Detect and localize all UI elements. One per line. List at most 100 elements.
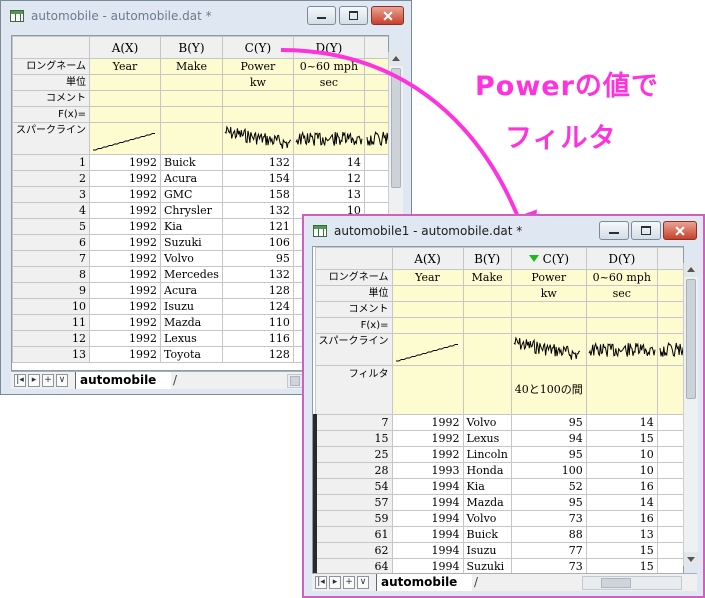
make-cell[interactable]: Mazda <box>160 314 223 331</box>
meta-cell[interactable]: kw <box>510 285 587 302</box>
meta-cell[interactable] <box>462 301 512 318</box>
row-number[interactable]: 57 <box>313 494 393 511</box>
power-cell[interactable]: 116 <box>221 330 294 347</box>
column-header[interactable] <box>656 247 683 270</box>
row-number[interactable]: 4 <box>12 202 90 219</box>
sparkline-cell[interactable] <box>363 122 388 155</box>
sparkline-cell[interactable] <box>391 333 464 366</box>
row-label[interactable]: コメント <box>12 90 90 107</box>
worksheet-window-automobile1[interactable]: automobile1 - automobile.dat * A(X) B(Y) C… <box>302 214 705 598</box>
year-cell[interactable]: 1993 <box>391 462 464 479</box>
year-cell[interactable]: 1992 <box>89 234 161 251</box>
meta-cell[interactable] <box>160 90 223 107</box>
sparkline-cell[interactable] <box>89 122 161 155</box>
sparkline-cell[interactable] <box>585 333 658 366</box>
meta-cell[interactable] <box>292 106 365 123</box>
year-cell[interactable]: 1994 <box>391 510 464 527</box>
year-cell[interactable]: 1992 <box>89 282 161 299</box>
table-row[interactable]: 59 1994 Volvo 73 16 <box>313 510 683 527</box>
make-cell[interactable]: Chrysler <box>160 202 223 219</box>
corner-cell[interactable] <box>314 247 393 270</box>
row-number[interactable]: 11 <box>12 314 90 331</box>
table-row[interactable]: 61 1994 Buick 88 13 <box>313 526 683 543</box>
meta-cell[interactable] <box>510 301 587 318</box>
meta-cell[interactable] <box>656 269 683 286</box>
meta-cell[interactable] <box>391 317 464 334</box>
year-cell[interactable]: 1992 <box>89 250 161 267</box>
sec-cell[interactable]: 13 <box>292 186 365 203</box>
make-cell[interactable]: Acura <box>160 282 223 299</box>
empty-cell[interactable] <box>656 542 683 559</box>
meta-cell[interactable] <box>292 90 365 107</box>
meta-cell[interactable] <box>656 301 683 318</box>
meta-cell[interactable]: 0~60 mph <box>292 58 365 75</box>
power-cell[interactable]: 128 <box>221 346 294 363</box>
power-cell[interactable]: 158 <box>221 186 294 203</box>
make-cell[interactable]: Kia <box>160 218 223 235</box>
sec-cell[interactable]: 14 <box>585 414 658 431</box>
sec-cell[interactable]: 10 <box>585 462 658 479</box>
meta-cell[interactable] <box>391 285 464 302</box>
scroll-up-arrow-icon[interactable] <box>684 263 698 277</box>
row-number[interactable]: 12 <box>12 330 90 347</box>
scrollbar-thumb[interactable] <box>391 68 401 188</box>
power-cell[interactable]: 132 <box>221 154 294 171</box>
power-cell[interactable]: 94 <box>510 430 587 447</box>
power-cell[interactable]: 100 <box>510 462 587 479</box>
meta-cell[interactable] <box>160 74 223 91</box>
make-cell[interactable]: Buick <box>160 154 223 171</box>
filter-condition-cell[interactable]: 40と100の間 <box>510 365 587 415</box>
table-row[interactable]: 57 1994 Mazda 95 14 <box>313 494 683 511</box>
make-cell[interactable]: Isuzu <box>462 542 512 559</box>
meta-cell[interactable]: 0~60 mph <box>585 269 658 286</box>
column-header[interactable]: C(Y) <box>221 36 294 59</box>
empty-cell[interactable] <box>363 186 388 203</box>
row-number[interactable]: 10 <box>12 298 90 315</box>
year-cell[interactable]: 1992 <box>89 202 161 219</box>
power-cell[interactable]: 154 <box>221 170 294 187</box>
row-number[interactable]: 61 <box>313 526 393 543</box>
make-cell[interactable]: Toyota <box>160 346 223 363</box>
row-label[interactable]: スパークライン <box>12 122 90 155</box>
year-cell[interactable]: 1992 <box>89 218 161 235</box>
sec-cell[interactable]: 13 <box>585 526 658 543</box>
empty-cell[interactable] <box>656 462 683 479</box>
sparkline-cell[interactable] <box>160 122 223 155</box>
power-cell[interactable]: 95 <box>510 494 587 511</box>
make-cell[interactable]: Honda <box>462 462 512 479</box>
sec-cell[interactable]: 12 <box>292 170 365 187</box>
empty-cell[interactable] <box>656 446 683 463</box>
make-cell[interactable]: Mercedes <box>160 266 223 283</box>
year-cell[interactable]: 1994 <box>391 478 464 495</box>
empty-cell[interactable] <box>363 170 388 187</box>
filter-cell[interactable] <box>462 365 512 415</box>
row-label[interactable]: コメント <box>314 301 393 318</box>
table-row[interactable]: 1 1992 Buick 132 14 <box>12 154 388 171</box>
row-number[interactable]: 2 <box>12 170 90 187</box>
column-header[interactable]: D(Y) <box>585 247 658 270</box>
sheet-tab-automobile[interactable]: automobile <box>75 372 177 389</box>
year-cell[interactable]: 1992 <box>89 346 161 363</box>
sec-cell[interactable]: 16 <box>585 510 658 527</box>
meta-cell[interactable]: sec <box>585 285 658 302</box>
next-sheet-icon[interactable]: ▸ <box>28 374 40 387</box>
make-cell[interactable]: Volvo <box>462 414 512 431</box>
meta-cell[interactable] <box>585 301 658 318</box>
worksheet-grid[interactable]: A(X) B(Y) C(Y) D(Y) ロングネーム Year Make Power 0~60 … <box>312 246 684 576</box>
sec-cell[interactable]: 16 <box>585 478 658 495</box>
corner-cell[interactable] <box>12 36 90 59</box>
maximize-button[interactable] <box>631 221 661 240</box>
title-bar[interactable]: automobile1 - automobile.dat * <box>304 216 703 246</box>
sheet-list-icon[interactable]: ∨ <box>56 374 68 387</box>
table-row[interactable]: 15 1992 Lexus 94 15 <box>313 430 683 447</box>
horizontal-scrollbar-thumb[interactable] <box>601 578 631 588</box>
power-cell[interactable]: 73 <box>510 510 587 527</box>
table-row[interactable]: 54 1994 Kia 52 16 <box>313 478 683 495</box>
empty-cell[interactable] <box>656 478 683 495</box>
empty-cell[interactable] <box>656 510 683 527</box>
year-cell[interactable]: 1994 <box>391 542 464 559</box>
add-sheet-icon[interactable]: + <box>42 374 54 387</box>
power-cell[interactable]: 95 <box>510 414 587 431</box>
meta-cell[interactable] <box>363 74 388 91</box>
scrollbar-thumb[interactable] <box>686 279 696 399</box>
